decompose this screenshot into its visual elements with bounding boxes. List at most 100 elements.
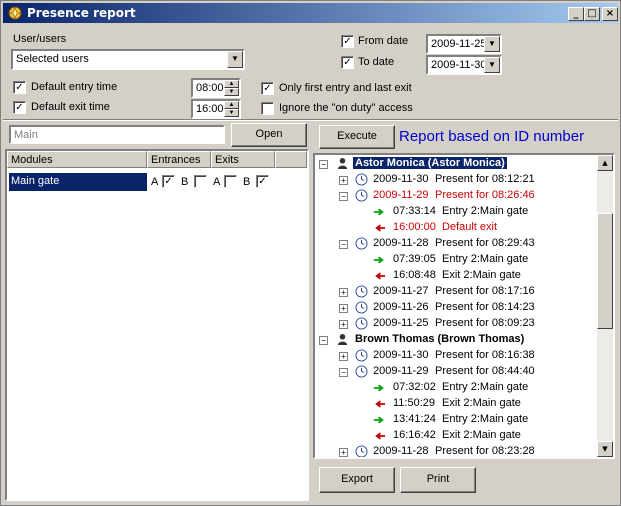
expand-icon[interactable]: + — [339, 352, 348, 361]
default-entry-time-value: 08:00 — [196, 82, 224, 94]
from-date-label: From date — [358, 35, 409, 47]
export-button[interactable]: Export — [319, 467, 395, 493]
event-text: Entry 2:Main gate — [442, 381, 529, 393]
to-date-label: To date — [358, 56, 395, 68]
day-date: 2009-11-29 — [373, 189, 429, 201]
tree-entry-node[interactable]: 07:32:02 Entry 2:Main gate — [315, 380, 599, 396]
tree-exit-node[interactable]: 16:16:42 Exit 2:Main gate — [315, 428, 599, 444]
tree-day-node[interactable]: +2009-11-26 Present for 08:14:23 — [315, 300, 599, 316]
tree-entry-node[interactable]: 07:33:14 Entry 2:Main gate — [315, 204, 599, 220]
to-date-picker[interactable]: 2009-11-30 ▼ — [426, 55, 502, 75]
spin-down-icon[interactable]: ▼ — [224, 109, 239, 117]
default-entry-checkbox[interactable]: ✓ — [13, 81, 26, 94]
chevron-down-icon[interactable]: ▼ — [227, 51, 243, 68]
from-date-picker[interactable]: 2009-11-25 ▼ — [426, 34, 502, 54]
spin-up-icon[interactable]: ▲ — [224, 80, 239, 88]
tree-day-node[interactable]: +2009-11-28 Present for 08:23:28 — [315, 444, 599, 457]
maximize-button[interactable]: □ — [584, 7, 600, 21]
to-date-checkbox[interactable]: ✓ — [341, 56, 354, 69]
day-date: 2009-11-30 — [373, 173, 429, 185]
expand-icon[interactable]: + — [339, 288, 348, 297]
vertical-scrollbar[interactable]: ▲ ▼ — [597, 155, 613, 457]
to-date-value: 2009-11-30 — [431, 59, 487, 71]
tree-day-node[interactable]: − 2009-11-29 Present for 08:26:46 — [315, 188, 599, 204]
day-date: 2009-11-29 — [373, 365, 429, 377]
entrance-b-checkbox[interactable] — [194, 175, 207, 188]
exits-column-header[interactable]: Exits — [211, 151, 275, 168]
tree-entry-node[interactable]: 07:39:05 Entry 2:Main gate — [315, 252, 599, 268]
exit-a-checkbox[interactable] — [224, 175, 237, 188]
only-first-last-checkbox[interactable]: ✓ — [261, 82, 274, 95]
collapse-icon[interactable]: − — [339, 240, 348, 249]
event-time: 07:33:14 — [393, 205, 436, 217]
tree-day-node[interactable]: +2009-11-25 Present for 08:09:23 — [315, 316, 599, 332]
expand-icon[interactable]: + — [339, 176, 348, 185]
chevron-down-icon[interactable]: ▼ — [484, 36, 500, 52]
close-button[interactable]: × — [602, 7, 618, 21]
users-dropdown[interactable]: Selected users ▼ — [11, 49, 245, 70]
minimize-button[interactable]: _ — [568, 7, 584, 21]
event-text: Exit 2:Main gate — [442, 429, 521, 441]
print-button[interactable]: Print — [400, 467, 476, 493]
divider — [3, 119, 618, 121]
tree-exit-node[interactable]: 16:08:48 Exit 2:Main gate — [315, 268, 599, 284]
tree-day-node[interactable]: +2009-11-27 Present for 08:17:16 — [315, 284, 599, 300]
user-name: Brown Thomas (Brown Thomas) — [355, 333, 525, 345]
collapse-icon[interactable]: − — [339, 192, 348, 201]
ignore-on-duty-checkbox[interactable] — [261, 102, 274, 115]
from-date-checkbox[interactable]: ✓ — [341, 35, 354, 48]
event-time: 16:00:00 — [393, 221, 436, 233]
table-row[interactable]: Main gate A ✓ B A B ✓ — [9, 173, 307, 191]
entrance-a-checkbox[interactable]: ✓ — [162, 175, 175, 188]
tree-day-node[interactable]: − 2009-11-28 Present for 08:29:43 — [315, 236, 599, 252]
module-search-input[interactable]: Main — [9, 125, 225, 144]
tree-day-node[interactable]: +2009-11-30 Present for 08:12:21 — [315, 172, 599, 188]
expand-icon[interactable]: + — [339, 320, 348, 329]
day-presence: Present for 08:23:28 — [435, 445, 535, 457]
execute-button[interactable]: Execute — [319, 125, 395, 149]
scroll-down-icon[interactable]: ▼ — [597, 441, 613, 457]
scroll-thumb[interactable] — [597, 213, 613, 329]
entrances-column-header[interactable]: Entrances — [147, 151, 211, 168]
event-text: Entry 2:Main gate — [442, 205, 529, 217]
day-date: 2009-11-28 — [373, 445, 429, 457]
exit-arrow-icon — [373, 223, 386, 236]
default-entry-time-input[interactable]: 08:00 ▲ ▼ — [191, 78, 241, 98]
tree-exit-node[interactable]: 16:00:00 Default exit — [315, 220, 599, 236]
modules-column-header[interactable]: Modules — [7, 151, 147, 168]
empty-column-header — [275, 151, 307, 168]
event-time: 11:50:29 — [393, 397, 436, 409]
tree-exit-node[interactable]: 11:50:29 Exit 2:Main gate — [315, 396, 599, 412]
entrance-a-label: A — [151, 176, 159, 188]
tree-day-node[interactable]: +2009-11-30 Present for 08:16:38 — [315, 348, 599, 364]
clock-icon — [355, 349, 368, 365]
exit-arrow-icon — [373, 431, 386, 444]
spin-up-icon[interactable]: ▲ — [224, 101, 239, 109]
chevron-down-icon[interactable]: ▼ — [484, 57, 500, 73]
report-tree[interactable]: − Astor Monica (Astor Monica) +2009-11-30 P… — [313, 153, 615, 459]
clock-icon — [355, 285, 368, 301]
exit-b-label: B — [243, 176, 251, 188]
clock-icon — [355, 237, 368, 253]
spin-down-icon[interactable]: ▼ — [224, 88, 239, 96]
open-button[interactable]: Open — [231, 123, 307, 147]
collapse-icon[interactable]: − — [319, 336, 328, 345]
default-exit-checkbox[interactable]: ✓ — [13, 101, 26, 114]
collapse-icon[interactable]: − — [339, 368, 348, 377]
entrance-b-label: B — [181, 176, 189, 188]
scroll-up-icon[interactable]: ▲ — [597, 155, 613, 171]
tree-entry-node[interactable]: 13:41:24 Entry 2:Main gate — [315, 412, 599, 428]
day-presence: Present for 08:16:38 — [435, 349, 535, 361]
expand-icon[interactable]: + — [339, 304, 348, 313]
tree-user-node[interactable]: − Astor Monica (Astor Monica) — [315, 156, 599, 172]
module-cell[interactable]: Main gate — [9, 173, 147, 191]
default-exit-time-input[interactable]: 16:00 ▲ ▼ — [191, 99, 241, 119]
exit-b-checkbox[interactable]: ✓ — [256, 175, 269, 188]
collapse-icon[interactable]: − — [319, 160, 328, 169]
expand-icon[interactable]: + — [339, 448, 348, 457]
tree-day-node[interactable]: − 2009-11-29 Present for 08:44:40 — [315, 364, 599, 380]
tree-user-node[interactable]: − Brown Thomas (Brown Thomas) — [315, 332, 599, 348]
event-time: 16:16:42 — [393, 429, 436, 441]
title-bar: Presence report _ □ × — [3, 3, 618, 23]
event-text: Exit 2:Main gate — [442, 397, 521, 409]
